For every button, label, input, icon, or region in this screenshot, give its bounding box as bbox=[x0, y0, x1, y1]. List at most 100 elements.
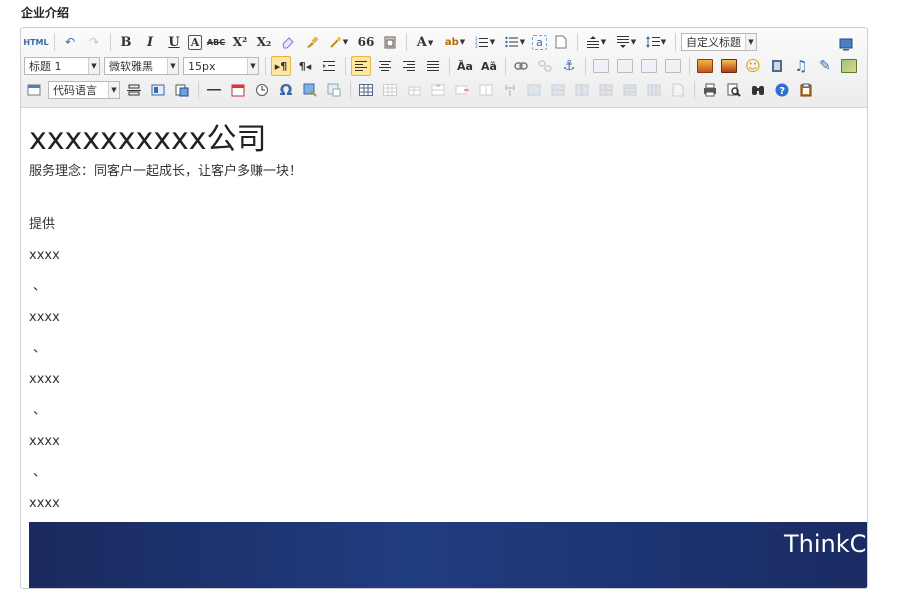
draft-icon[interactable] bbox=[796, 80, 816, 100]
date-icon[interactable] bbox=[228, 80, 248, 100]
delete-row-icon[interactable] bbox=[452, 80, 472, 100]
attachment-icon[interactable]: ✎ bbox=[815, 56, 835, 76]
link-icon[interactable] bbox=[511, 56, 531, 76]
split-to-cells-icon[interactable] bbox=[596, 80, 616, 100]
rtl-direction-icon[interactable]: ¶◂ bbox=[295, 56, 315, 76]
paste-plain-icon[interactable] bbox=[380, 32, 400, 52]
image-left-icon[interactable] bbox=[615, 56, 635, 76]
toolbar-separator bbox=[198, 81, 199, 99]
font-border-button[interactable]: A bbox=[188, 34, 202, 50]
indent-icon[interactable] bbox=[319, 56, 339, 76]
print-icon[interactable] bbox=[700, 80, 720, 100]
toolbar-separator bbox=[675, 33, 676, 51]
section-label: 企业介绍 bbox=[21, 6, 70, 20]
font-color-button[interactable]: A ▼ bbox=[412, 32, 438, 52]
underline-button[interactable]: U bbox=[164, 32, 184, 52]
banner-brand-text: ThinkCMF bbox=[784, 530, 867, 558]
code-language-value: 代码语言 bbox=[53, 84, 97, 97]
unlink-icon[interactable] bbox=[535, 56, 555, 76]
superscript-button[interactable]: X² bbox=[230, 32, 250, 52]
split-to-cols-icon[interactable] bbox=[644, 80, 664, 100]
delete-col-icon[interactable] bbox=[500, 80, 520, 100]
image-right-icon[interactable] bbox=[639, 56, 659, 76]
snapscreen-icon[interactable] bbox=[324, 80, 344, 100]
fullscreen-icon[interactable] bbox=[836, 34, 856, 54]
page-break-icon[interactable] bbox=[124, 80, 144, 100]
split-to-rows-icon[interactable] bbox=[620, 80, 640, 100]
insert-table-icon[interactable] bbox=[356, 80, 376, 100]
select-all-icon[interactable]: a bbox=[532, 34, 547, 50]
line-height-icon[interactable]: ▼ bbox=[643, 32, 669, 52]
merge-cells-icon[interactable] bbox=[524, 80, 544, 100]
align-left-icon[interactable] bbox=[351, 56, 371, 76]
chart-icon[interactable] bbox=[668, 80, 688, 100]
eraser-icon[interactable] bbox=[278, 32, 298, 52]
ltr-direction-icon[interactable]: ▸¶ bbox=[271, 56, 291, 76]
content-separator: 、 bbox=[33, 279, 47, 294]
scrawl-icon[interactable] bbox=[300, 80, 320, 100]
uppercase-icon[interactable]: Ȁa bbox=[455, 56, 475, 76]
insert-paragraph-before-table-icon[interactable] bbox=[404, 80, 424, 100]
emotion-icon[interactable]: ☺ bbox=[743, 56, 763, 76]
row-spacing-top-icon[interactable]: ▼ bbox=[583, 32, 609, 52]
toolbar-separator bbox=[345, 57, 346, 75]
paragraph-select[interactable]: 标题 1 ▼ bbox=[24, 57, 100, 75]
custom-style-select[interactable]: 自定义标题 ▼ bbox=[681, 33, 757, 51]
align-center-icon[interactable] bbox=[375, 56, 395, 76]
simple-upload-icon[interactable] bbox=[695, 56, 715, 76]
anchor-icon[interactable]: ⚓ bbox=[559, 56, 579, 76]
blockquote-button[interactable]: 66 bbox=[356, 32, 376, 52]
banner-image: ThinkCMF bbox=[29, 522, 867, 588]
merge-right-icon[interactable] bbox=[548, 80, 568, 100]
time-icon[interactable] bbox=[252, 80, 272, 100]
image-none-icon[interactable] bbox=[591, 56, 611, 76]
insert-image-icon[interactable] bbox=[719, 56, 739, 76]
rich-text-editor[interactable]: HTML ↶ ↷ B I U A ABC X² X₂ ▼ 66 A ▼ ab ▼… bbox=[20, 27, 868, 589]
code-language-select[interactable]: 代码语言 ▼ bbox=[48, 81, 120, 99]
italic-button[interactable]: I bbox=[140, 32, 160, 52]
insert-frame-icon[interactable] bbox=[24, 80, 44, 100]
bold-button[interactable]: B bbox=[116, 32, 136, 52]
insert-row-icon[interactable] bbox=[428, 80, 448, 100]
html-source-button[interactable]: HTML bbox=[23, 32, 48, 52]
word-image-icon[interactable] bbox=[172, 80, 192, 100]
toolbar-row-1: HTML ↶ ↷ B I U A ABC X² X₂ ▼ 66 A ▼ ab ▼… bbox=[23, 31, 864, 54]
map-icon[interactable] bbox=[839, 56, 859, 76]
auto-typeset-icon[interactable]: ▼ bbox=[326, 32, 352, 52]
insert-video-icon[interactable] bbox=[767, 56, 787, 76]
undo-icon[interactable]: ↶ bbox=[60, 32, 80, 52]
strikethrough-button[interactable]: ABC bbox=[206, 32, 226, 52]
redo-icon[interactable]: ↷ bbox=[84, 32, 104, 52]
search-replace-icon[interactable] bbox=[748, 80, 768, 100]
special-chars-button[interactable]: Ω bbox=[276, 80, 296, 100]
insert-col-icon[interactable] bbox=[476, 80, 496, 100]
subscript-button[interactable]: X₂ bbox=[254, 32, 274, 52]
merge-down-icon[interactable] bbox=[572, 80, 592, 100]
editor-content[interactable]: xxxxxxxxxx公司 服务理念：同客户一起成长，让客户多赚一块！ 提供 xx… bbox=[21, 108, 867, 588]
help-icon[interactable]: ? bbox=[772, 80, 792, 100]
font-family-select[interactable]: 微软雅黑 ▼ bbox=[104, 57, 179, 75]
align-justify-icon[interactable] bbox=[423, 56, 443, 76]
font-size-select[interactable]: 15px ▼ bbox=[183, 57, 259, 75]
delete-table-icon[interactable] bbox=[380, 80, 400, 100]
format-brush-icon[interactable] bbox=[302, 32, 322, 52]
ordered-list-icon[interactable]: 1 2 3 ▼ bbox=[472, 32, 498, 52]
content-item: xxxx bbox=[29, 310, 60, 325]
image-center-icon[interactable] bbox=[663, 56, 683, 76]
lowercase-icon[interactable]: Aȁ bbox=[479, 56, 499, 76]
highlight-color-button[interactable]: ab ▼ bbox=[442, 32, 468, 52]
preview-icon[interactable] bbox=[724, 80, 744, 100]
horizontal-rule-icon[interactable] bbox=[204, 80, 224, 100]
row-spacing-bottom-icon[interactable]: ▼ bbox=[613, 32, 639, 52]
toolbar-separator bbox=[689, 57, 690, 75]
chevron-down-icon: ▼ bbox=[167, 58, 178, 74]
template-icon[interactable] bbox=[148, 80, 168, 100]
unordered-list-icon[interactable]: ▼ bbox=[502, 32, 528, 52]
clear-doc-icon[interactable] bbox=[551, 32, 571, 52]
font-size-value: 15px bbox=[188, 59, 216, 73]
content-item: xxxx bbox=[29, 496, 60, 511]
toolbar-separator bbox=[694, 81, 695, 99]
align-right-icon[interactable] bbox=[399, 56, 419, 76]
music-icon[interactable]: ♫ bbox=[791, 56, 811, 76]
